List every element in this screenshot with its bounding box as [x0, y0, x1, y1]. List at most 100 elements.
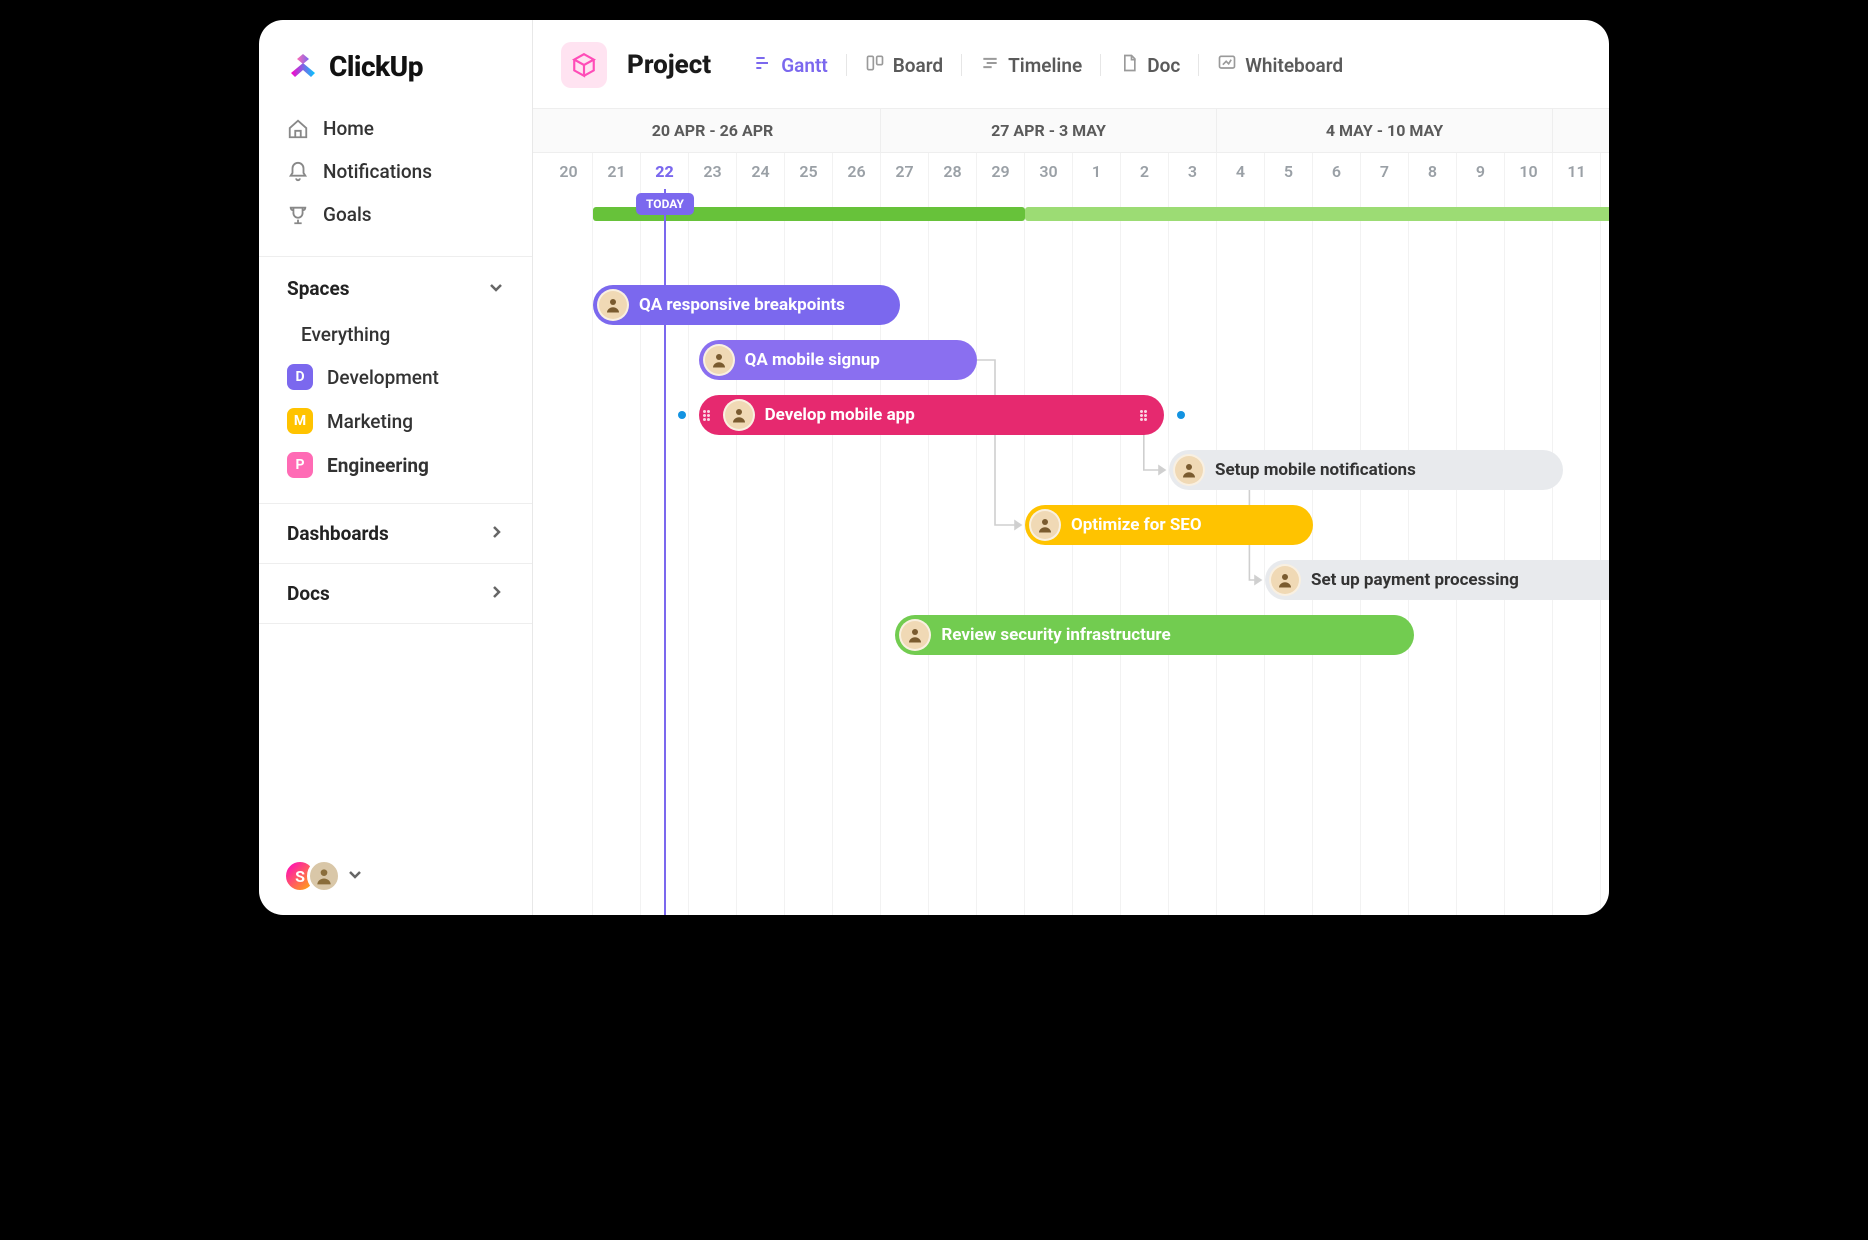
day-header[interactable]: 29 — [977, 153, 1025, 189]
chevron-right-icon — [488, 522, 504, 545]
spaces-header[interactable]: Spaces — [259, 257, 532, 314]
gantt-task-bar[interactable]: Develop mobile app — [699, 395, 1165, 435]
tab-board-icon — [865, 53, 885, 78]
cube-icon — [571, 52, 597, 78]
task-label: Set up payment processing — [1311, 570, 1519, 590]
day-header[interactable]: 2 — [1121, 153, 1169, 189]
gantt-task-bar[interactable]: Set up payment processing — [1265, 560, 1609, 600]
drag-handle-icon[interactable] — [1140, 410, 1150, 421]
tab-whiteboard-icon — [1217, 53, 1237, 78]
day-header[interactable]: 11 — [1553, 153, 1601, 189]
sidebar-item-marketing[interactable]: M Marketing — [275, 399, 516, 443]
task-label: Setup mobile notifications — [1215, 460, 1416, 480]
docs-label: Docs — [287, 582, 330, 605]
sidebar-item-engineering[interactable]: PEngineering — [275, 443, 516, 487]
gantt-task-bar[interactable]: QA responsive breakpoints — [593, 285, 900, 325]
day-header[interactable]: 24 — [737, 153, 785, 189]
tab-whiteboard[interactable]: Whiteboard — [1201, 45, 1359, 86]
week-row: 20 APR - 26 APR27 APR - 3 MAY4 MAY - 10 … — [533, 109, 1609, 153]
sidebar-item-home-icon — [287, 118, 309, 140]
day-header[interactable]: 3 — [1169, 153, 1217, 189]
day-header[interactable]: 10 — [1505, 153, 1553, 189]
tab-gantt-icon — [753, 53, 773, 78]
sidebar-item-development[interactable]: DDevelopment — [275, 355, 516, 399]
task-label: Develop mobile app — [765, 405, 915, 425]
spaces-list: Everything DDevelopment M Marketing PEnginee… — [259, 314, 532, 503]
gantt-task-bar[interactable]: Optimize for SEO — [1025, 505, 1313, 545]
sidebar-item-notifications[interactable]: Notifications — [275, 150, 516, 193]
gantt-chart[interactable]: TODAY QA responsive breakpoints QA mobile … — [533, 189, 1609, 915]
dependency-handle[interactable] — [678, 411, 686, 419]
chevron-right-icon — [488, 582, 504, 605]
day-header[interactable]: 20 — [545, 153, 593, 189]
nav-primary: Home Notifications Goals — [259, 107, 532, 256]
task-label: QA responsive breakpoints — [639, 295, 845, 315]
sidebar-item-everything[interactable]: Everything — [275, 314, 516, 355]
assignee-avatar[interactable] — [1029, 509, 1061, 541]
gantt-task-bar[interactable]: Review security infrastructure — [895, 615, 1413, 655]
space-chip: D — [287, 364, 313, 390]
user-avatar — [307, 859, 341, 893]
tab-label: Board — [893, 54, 943, 77]
day-header[interactable]: 5 — [1265, 153, 1313, 189]
assignee-avatar[interactable] — [597, 289, 629, 321]
day-header[interactable]: 12 — [1601, 153, 1609, 189]
tab-board[interactable]: Board — [849, 45, 959, 86]
sidebar: ClickUp Home Notifications Goals Spaces Ev… — [259, 20, 533, 915]
day-header[interactable]: 9 — [1457, 153, 1505, 189]
nav-label: Notifications — [323, 160, 432, 183]
week-header: 20 APR - 26 APR — [545, 109, 881, 152]
day-header[interactable]: 1 — [1073, 153, 1121, 189]
day-header[interactable]: 25 — [785, 153, 833, 189]
day-header[interactable]: 26 — [833, 153, 881, 189]
view-tabs: Gantt Board TimelineDoc Whiteboard — [737, 45, 1359, 86]
main: Project GanttBoardTimelineDocWhiteboard … — [533, 20, 1609, 915]
space-label: Everything — [301, 323, 390, 346]
day-header[interactable]: 28 — [929, 153, 977, 189]
project-icon[interactable] — [561, 42, 607, 88]
tab-doc-icon — [1119, 53, 1139, 78]
tab-gantt[interactable]: Gantt — [737, 45, 844, 86]
dependency-handle[interactable] — [1177, 411, 1185, 419]
task-label: QA mobile signup — [745, 350, 880, 370]
assignee-avatar[interactable] — [899, 619, 931, 651]
sidebar-item-goals-icon — [287, 204, 309, 226]
day-header[interactable]: 7 — [1361, 153, 1409, 189]
assignee-avatar[interactable] — [723, 399, 755, 431]
gantt-task-bar[interactable]: Setup mobile notifications — [1169, 450, 1563, 490]
day-header[interactable]: 21 — [593, 153, 641, 189]
day-header[interactable]: 22 — [641, 153, 689, 189]
page-title: Project — [627, 50, 711, 80]
gantt-task-bar[interactable]: QA mobile signup — [699, 340, 977, 380]
space-label: Marketing — [327, 410, 413, 433]
clickup-logo-icon — [287, 51, 319, 83]
sidebar-item-notifications-icon — [287, 161, 309, 183]
sidebar-item-goals[interactable]: Goals — [275, 193, 516, 236]
task-label: Optimize for SEO — [1071, 515, 1202, 535]
user-menu[interactable]: S — [259, 837, 532, 915]
day-row: 2021222324252627282930123456789101112 — [533, 153, 1609, 189]
brand-logo[interactable]: ClickUp — [259, 20, 532, 107]
day-header[interactable]: 8 — [1409, 153, 1457, 189]
today-marker-label: TODAY — [636, 193, 694, 215]
tab-timeline[interactable]: Timeline — [964, 45, 1098, 86]
space-chip: M — [287, 408, 313, 434]
tab-label: Whiteboard — [1245, 54, 1343, 77]
day-header[interactable]: 30 — [1025, 153, 1073, 189]
day-header[interactable]: 6 — [1313, 153, 1361, 189]
spaces-header-label: Spaces — [287, 277, 349, 300]
chevron-down-icon — [347, 866, 363, 886]
assignee-avatar[interactable] — [1173, 454, 1205, 486]
day-header[interactable]: 4 — [1217, 153, 1265, 189]
sidebar-item-docs[interactable]: Docs — [259, 563, 532, 624]
assignee-avatar[interactable] — [703, 344, 735, 376]
brand-name: ClickUp — [329, 50, 423, 83]
sidebar-item-dashboards[interactable]: Dashboards — [259, 503, 532, 563]
drag-handle-icon[interactable] — [703, 410, 713, 421]
day-header[interactable]: 27 — [881, 153, 929, 189]
sidebar-item-home[interactable]: Home — [275, 107, 516, 150]
space-chip: P — [287, 452, 313, 478]
assignee-avatar[interactable] — [1269, 564, 1301, 596]
day-header[interactable]: 23 — [689, 153, 737, 189]
tab-doc[interactable]: Doc — [1103, 45, 1196, 86]
